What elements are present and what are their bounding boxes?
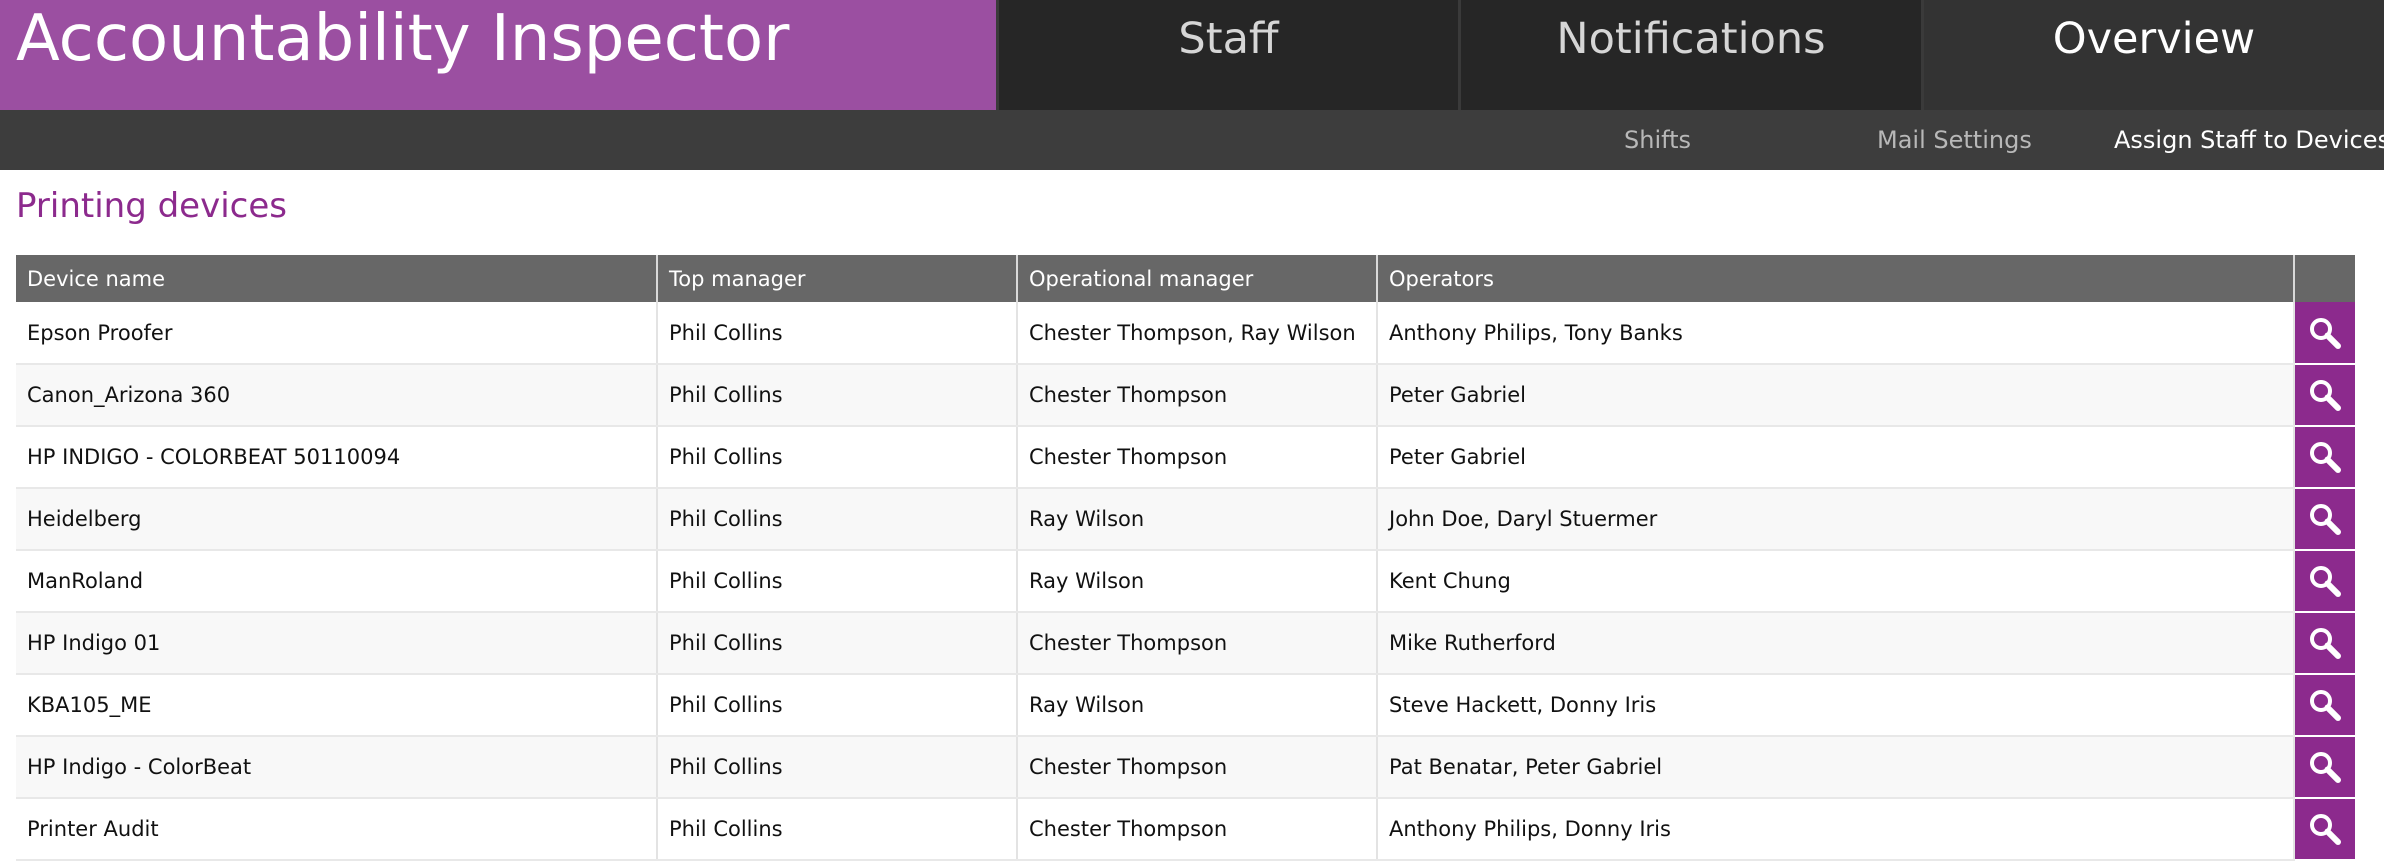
top-manager-cell: Phil Collins <box>657 550 1018 613</box>
operators-cell: Peter Gabriel <box>1377 364 2295 427</box>
top-navigation-bar: Accountability Inspector Staff Notificat… <box>0 0 2384 110</box>
view-device-button[interactable] <box>2295 302 2355 362</box>
tab-staff[interactable]: Staff <box>999 0 1458 110</box>
search-icon <box>2310 690 2341 721</box>
table-row[interactable]: Heidelberg Phil Collins Ray Wilson John … <box>16 488 2355 551</box>
top-manager-cell: Phil Collins <box>657 612 1018 675</box>
operators-cell: Mike Rutherford <box>1377 612 2295 675</box>
operators-cell: Anthony Philips, Donny Iris <box>1377 798 2295 861</box>
column-header-actions <box>2294 255 2355 302</box>
device-name-cell: HP Indigo - ColorBeat <box>16 736 658 799</box>
table-row[interactable]: KBA105_ME Phil Collins Ray Wilson Steve … <box>16 674 2355 737</box>
table-row[interactable]: ManRoland Phil Collins Ray Wilson Kent C… <box>16 550 2355 613</box>
operational-manager-cell: Chester Thompson <box>1017 426 1378 489</box>
action-cell <box>2294 302 2355 365</box>
search-icon <box>2310 566 2341 597</box>
tab-overview[interactable]: Overview <box>1924 0 2384 110</box>
top-manager-cell: Phil Collins <box>657 674 1018 737</box>
search-icon <box>2310 504 2341 535</box>
action-cell <box>2294 488 2355 551</box>
operators-cell: John Doe, Daryl Stuermer <box>1377 488 2295 551</box>
table-row[interactable]: Epson Proofer Phil Collins Chester Thomp… <box>16 302 2355 365</box>
subnav-item-shifts[interactable]: Shifts <box>1624 110 1691 170</box>
subnav-item-assign-staff-to-devices[interactable]: Assign Staff to Devices <box>2114 110 2384 170</box>
top-manager-cell: Phil Collins <box>657 798 1018 861</box>
action-cell <box>2294 798 2355 861</box>
operational-manager-cell: Ray Wilson <box>1017 674 1378 737</box>
operators-cell: Kent Chung <box>1377 550 2295 613</box>
view-device-button[interactable] <box>2295 551 2355 610</box>
device-name-cell: Canon_Arizona 360 <box>16 364 658 427</box>
table-row[interactable]: Canon_Arizona 360 Phil Collins Chester T… <box>16 364 2355 427</box>
device-name-cell: HP INDIGO - COLORBEAT 50110094 <box>16 426 658 489</box>
table-row[interactable]: HP Indigo - ColorBeat Phil Collins Chest… <box>16 736 2355 799</box>
action-cell <box>2294 736 2355 799</box>
search-icon <box>2310 380 2341 411</box>
subnav-item-mail-settings[interactable]: Mail Settings <box>1877 110 2032 170</box>
action-cell <box>2294 426 2355 489</box>
operational-manager-cell: Chester Thompson <box>1017 364 1378 427</box>
action-cell <box>2294 364 2355 427</box>
operational-manager-cell: Chester Thompson <box>1017 798 1378 861</box>
operational-manager-cell: Chester Thompson <box>1017 736 1378 799</box>
top-manager-cell: Phil Collins <box>657 426 1018 489</box>
view-device-button[interactable] <box>2295 737 2355 796</box>
table-body: Epson Proofer Phil Collins Chester Thomp… <box>16 302 2355 861</box>
view-device-button[interactable] <box>2295 799 2355 858</box>
device-name-cell: Epson Proofer <box>16 302 658 365</box>
table-header: Device name Top manager Operational mana… <box>16 255 2355 302</box>
top-manager-cell: Phil Collins <box>657 736 1018 799</box>
operators-cell: Steve Hackett, Donny Iris <box>1377 674 2295 737</box>
device-name-cell: KBA105_ME <box>16 674 658 737</box>
operational-manager-cell: Ray Wilson <box>1017 550 1378 613</box>
app-title: Accountability Inspector <box>0 0 996 110</box>
table-row[interactable]: Printer Audit Phil Collins Chester Thomp… <box>16 798 2355 861</box>
page-title: Printing devices <box>16 186 287 226</box>
action-cell <box>2294 550 2355 613</box>
sub-navigation-bar: Shifts Mail Settings Assign Staff to Dev… <box>0 110 2384 170</box>
top-manager-cell: Phil Collins <box>657 364 1018 427</box>
devices-table: Device name Top manager Operational mana… <box>16 255 2355 861</box>
column-header-top-manager: Top manager <box>657 255 1018 302</box>
search-icon <box>2310 317 2341 349</box>
column-header-device-name: Device name <box>16 255 658 302</box>
view-device-button[interactable] <box>2295 613 2355 672</box>
view-device-button[interactable] <box>2295 427 2355 486</box>
device-name-cell: Heidelberg <box>16 488 658 551</box>
column-header-operational-manager: Operational manager <box>1017 255 1378 302</box>
operational-manager-cell: Chester Thompson <box>1017 612 1378 675</box>
device-name-cell: ManRoland <box>16 550 658 613</box>
tab-notifications[interactable]: Notifications <box>1461 0 1921 110</box>
search-icon <box>2310 752 2341 783</box>
view-device-button[interactable] <box>2295 489 2355 548</box>
search-icon <box>2310 442 2341 473</box>
view-device-button[interactable] <box>2295 675 2355 734</box>
table-row[interactable]: HP Indigo 01 Phil Collins Chester Thomps… <box>16 612 2355 675</box>
top-manager-cell: Phil Collins <box>657 302 1018 365</box>
top-manager-cell: Phil Collins <box>657 488 1018 551</box>
device-name-cell: HP Indigo 01 <box>16 612 658 675</box>
column-header-operators: Operators <box>1377 255 2295 302</box>
device-name-cell: Printer Audit <box>16 798 658 861</box>
view-device-button[interactable] <box>2295 365 2355 424</box>
operational-manager-cell: Ray Wilson <box>1017 488 1378 551</box>
operational-manager-cell: Chester Thompson, Ray Wilson <box>1017 302 1378 365</box>
action-cell <box>2294 612 2355 675</box>
action-cell <box>2294 674 2355 737</box>
table-row[interactable]: HP INDIGO - COLORBEAT 50110094 Phil Coll… <box>16 426 2355 489</box>
operators-cell: Peter Gabriel <box>1377 426 2295 489</box>
search-icon <box>2310 814 2341 845</box>
operators-cell: Pat Benatar, Peter Gabriel <box>1377 736 2295 799</box>
operators-cell: Anthony Philips, Tony Banks <box>1377 302 2295 365</box>
search-icon <box>2310 628 2341 659</box>
